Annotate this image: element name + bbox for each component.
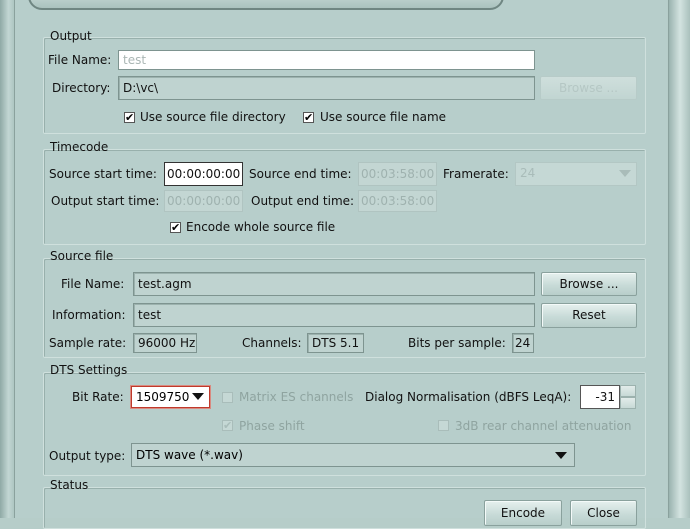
source-file-group-title: Source file: [50, 249, 114, 263]
information-input[interactable]: test: [133, 303, 535, 327]
source-file-name-label: File Name:: [61, 277, 125, 291]
encode-button[interactable]: Encode: [484, 500, 562, 526]
bit-rate-select[interactable]: 1509750: [131, 386, 210, 408]
output-type-select[interactable]: DTS wave (*.wav): [131, 443, 575, 467]
source-end-input[interactable]: 00:03:58:00: [358, 162, 437, 186]
dts-settings-group-title: DTS Settings: [50, 363, 128, 377]
reset-button[interactable]: Reset: [541, 303, 637, 328]
source-end-label: Source end time:: [249, 167, 352, 181]
use-source-dir-label: Use source file directory: [140, 110, 286, 124]
close-button[interactable]: Close: [570, 500, 637, 526]
bit-rate-label: Bit Rate:: [72, 390, 124, 404]
channels-value: DTS 5.1: [307, 333, 364, 353]
output-start-input[interactable]: 00:00:00:00: [164, 190, 243, 212]
encode-whole-label: Encode whole source file: [186, 220, 336, 234]
source-browse-button[interactable]: Browse ...: [541, 272, 637, 296]
framerate-select[interactable]: 24: [515, 162, 637, 186]
output-file-name-input[interactable]: test: [118, 50, 535, 70]
output-file-name-label: File Name:: [48, 53, 112, 67]
phase-shift-checkbox[interactable]: ✔: [222, 420, 233, 431]
source-start-input[interactable]: 00:00:00:00: [164, 162, 243, 186]
sample-rate-label: Sample rate:: [49, 336, 127, 350]
window-top-edge: [28, 0, 504, 10]
dialog-norm-down-button[interactable]: [620, 397, 636, 409]
bit-rate-value: 1509750: [136, 390, 190, 404]
output-directory-input[interactable]: D:\vc\: [118, 76, 535, 100]
matrix-es-checkbox[interactable]: [222, 392, 233, 403]
bits-per-sample-label: Bits per sample:: [408, 336, 506, 350]
source-start-label: Source start time:: [49, 167, 157, 181]
dialog-norm-label: Dialog Normalisation (dBFS LeqA):: [365, 390, 572, 404]
output-directory-label: Directory:: [52, 81, 111, 95]
use-source-name-checkbox[interactable]: ✔: [303, 112, 314, 123]
rear-attenuation-checkbox[interactable]: [438, 420, 449, 431]
output-group-title: Output: [50, 29, 92, 43]
information-label: Information:: [52, 308, 126, 322]
sample-rate-value: 96000 Hz: [133, 333, 197, 353]
use-source-dir-checkbox[interactable]: ✔: [124, 112, 135, 123]
encode-whole-checkbox[interactable]: ✔: [170, 222, 181, 233]
phase-shift-label: Phase shift: [239, 419, 305, 433]
output-end-label: Output end time:: [251, 194, 355, 208]
bits-per-sample-value: 24: [512, 333, 534, 353]
chevron-down-icon: [555, 452, 567, 459]
output-type-label: Output type:: [49, 449, 126, 463]
dialog-norm-input[interactable]: -31: [580, 385, 620, 409]
use-source-name-label: Use source file name: [320, 110, 447, 124]
output-end-input[interactable]: 00:03:58:00: [358, 190, 437, 212]
framerate-value: 24: [520, 166, 536, 180]
output-start-label: Output start time:: [51, 194, 160, 208]
timecode-group-title: Timecode: [50, 140, 109, 154]
output-browse-button[interactable]: Browse ...: [540, 76, 637, 100]
chevron-down-icon: [192, 393, 204, 400]
output-type-value: DTS wave (*.wav): [136, 448, 243, 462]
rear-attenuation-label: 3dB rear channel attenuation: [455, 419, 632, 433]
matrix-es-label: Matrix ES channels: [239, 390, 354, 404]
channels-label: Channels:: [242, 336, 302, 350]
window-frame-right: [668, 0, 690, 518]
source-file-name-input[interactable]: test.agm: [133, 272, 535, 296]
dialog-norm-up-button[interactable]: [620, 385, 636, 397]
framerate-label: Framerate:: [443, 167, 509, 181]
chevron-down-icon: [619, 170, 631, 177]
window-frame-left: [0, 0, 15, 518]
status-group-title: Status: [50, 478, 89, 492]
